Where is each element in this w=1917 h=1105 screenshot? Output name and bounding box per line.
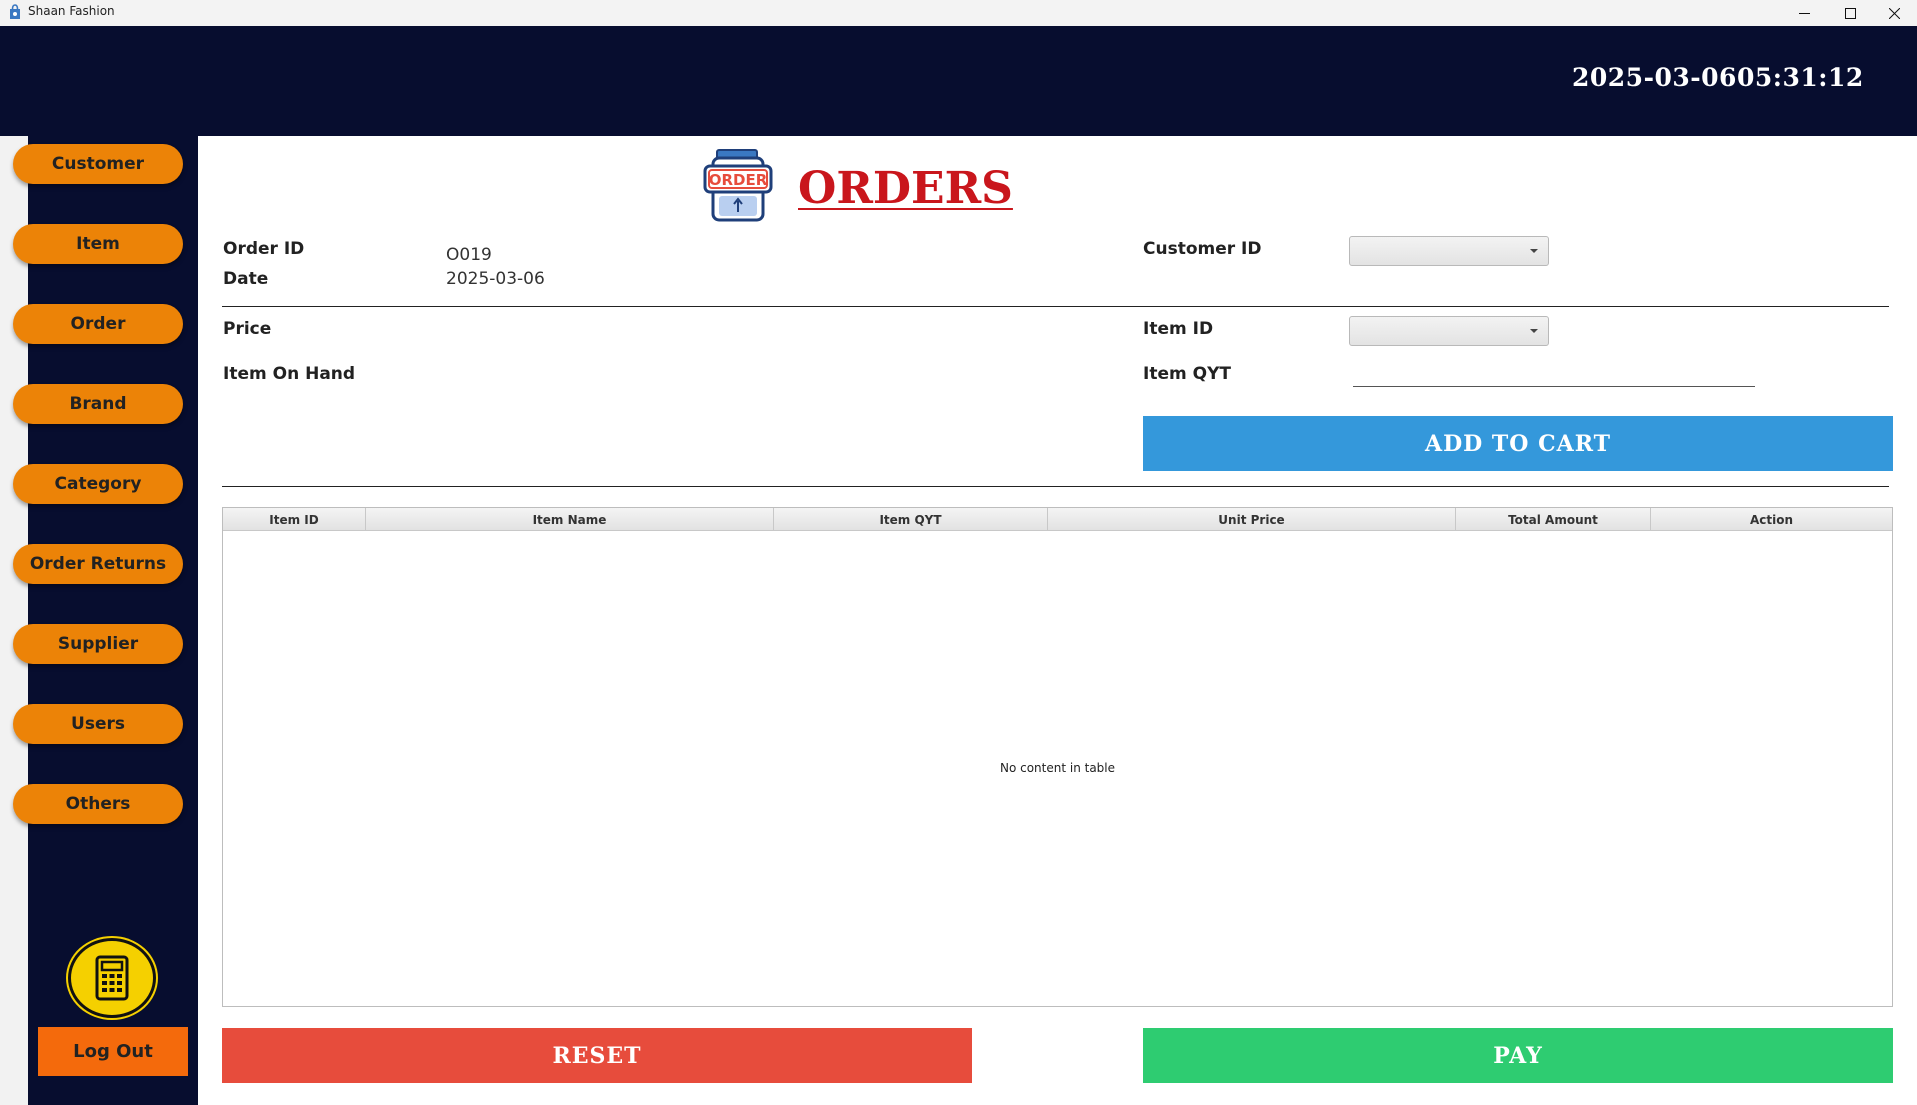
orders-panel: ORDER ORDERS Order ID O019 Date 2025-03-… [198,136,1917,1105]
sidebar-item-brand[interactable]: Brand [13,384,183,424]
column-header-unit-price[interactable]: Unit Price [1048,508,1456,531]
chevron-down-icon [1530,249,1538,253]
add-to-cart-button[interactable]: ADD TO CART [1143,416,1893,471]
order-id-value: O019 [446,245,492,265]
calculator-button[interactable] [68,938,156,1018]
title-bar: Shaan Fashion [0,0,1917,26]
close-icon [1888,7,1900,19]
header-time: 05:31:12 [1737,63,1864,92]
sidebar-item-users[interactable]: Users [13,704,183,744]
maximize-icon [1844,7,1856,19]
sidebar-edge [0,136,28,1105]
column-header-item-name[interactable]: Item Name [366,508,774,531]
chevron-down-icon [1530,329,1538,333]
item-qty-label: Item QYT [1143,364,1231,384]
logout-button[interactable]: Log Out [38,1027,188,1076]
page-title: ORDERS [798,163,1013,214]
item-on-hand-label: Item On Hand [223,364,356,384]
date-label: Date [223,269,269,289]
order-icon: ORDER [703,148,773,222]
order-id-label: Order ID [223,239,305,259]
sidebar-item-others[interactable]: Others [13,784,183,824]
column-header-item-id[interactable]: Item ID [223,508,366,531]
item-id-select[interactable] [1349,316,1549,346]
app-icon [8,4,22,20]
sidebar-item-item[interactable]: Item [13,224,183,264]
column-header-item-qty[interactable]: Item QYT [774,508,1048,531]
sidebar-item-category[interactable]: Category [13,464,183,504]
customer-id-label: Customer ID [1143,239,1262,259]
sidebar-item-order[interactable]: Order [13,304,183,344]
close-button[interactable] [1871,0,1917,26]
order-icon-text: ORDER [709,171,768,189]
sidebar-item-supplier[interactable]: Supplier [13,624,183,664]
date-value: 2025-03-06 [446,269,545,289]
calculator-icon [95,955,129,1001]
divider [222,486,1889,487]
maximize-button[interactable] [1827,0,1873,26]
table-header: Item ID Item Name Item QYT Unit Price To… [223,508,1892,531]
price-label: Price [223,319,272,339]
minimize-icon [1798,12,1810,14]
header-bar: 2025-03-06 05:31:12 [0,26,1917,136]
item-id-label: Item ID [1143,319,1214,339]
column-header-total-amount[interactable]: Total Amount [1456,508,1651,531]
window-title: Shaan Fashion [28,4,115,18]
item-qty-input[interactable] [1353,359,1755,387]
sidebar-item-customer[interactable]: Customer [13,144,183,184]
minimize-button[interactable] [1781,0,1827,26]
table-empty-message: No content in table [999,761,1116,775]
sidebar-item-order-returns[interactable]: Order Returns [13,544,183,584]
pay-button[interactable]: PAY [1143,1028,1893,1083]
divider [222,306,1889,307]
column-header-action[interactable]: Action [1651,508,1892,531]
customer-id-select[interactable] [1349,236,1549,266]
app-window: Shaan Fashion 2025-03-06 05:31:12 Custom… [0,0,1917,1105]
header-date: 2025-03-06 [1572,63,1737,92]
cart-table: Item ID Item Name Item QYT Unit Price To… [222,507,1893,1007]
reset-button[interactable]: RESET [222,1028,972,1083]
